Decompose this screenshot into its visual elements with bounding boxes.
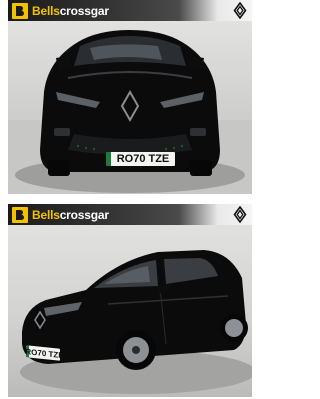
bells-b-logo-icon [12,2,28,19]
renault-diamond-icon [233,2,247,19]
dealer-banner: Bellscrossgar [8,0,252,21]
vehicle-photo-front[interactable]: Bellscrossgar RO70 TZE [8,0,252,194]
dealer-name: Bellscrossgar [32,3,109,18]
dealer-banner: Bellscrossgar [8,204,252,225]
dealer-name: Bellscrossgar [32,207,109,222]
vehicle-photo-gallery: Bellscrossgar RO70 TZE Bellscrossgar RO7… [0,0,257,399]
bells-b-logo-icon [12,206,28,223]
car-side-image [8,204,252,397]
vehicle-photo-side[interactable]: Bellscrossgar RO70 TZE [8,204,252,397]
registration-plate: RO70 TZE [106,152,175,166]
renault-diamond-icon [233,206,247,223]
